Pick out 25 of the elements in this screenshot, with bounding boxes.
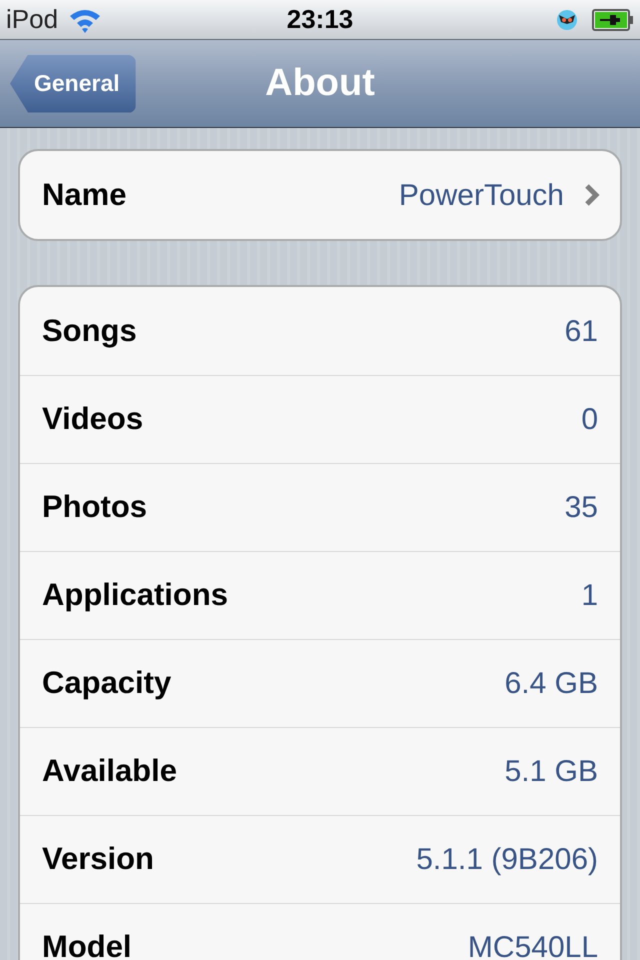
back-button[interactable]: General (10, 54, 136, 112)
clock: 23:13 (286, 3, 354, 36)
battery-icon (592, 8, 634, 30)
row-value: 0 (581, 402, 598, 438)
row-value: 1 (581, 578, 598, 614)
carrier-label: iPod (6, 3, 58, 36)
row-label: Version (42, 840, 154, 878)
row-value: 5.1.1 (9B206) (416, 842, 598, 878)
row-value: 61 (564, 314, 598, 350)
row-label: Photos (42, 488, 148, 526)
row-value: MC540LL (468, 930, 598, 960)
nav-title: About (265, 61, 375, 106)
row-label: Songs (42, 312, 137, 350)
row-label: Videos (42, 400, 144, 438)
row-value: 35 (564, 490, 598, 526)
row-value: PowerTouch (398, 178, 564, 214)
row-label: Model (42, 928, 132, 960)
row-label: Available (42, 752, 177, 790)
row-label: Name (42, 176, 126, 214)
owl-icon (556, 8, 578, 30)
row-value: 6.4 GB (504, 666, 598, 702)
chevron-icon (584, 183, 600, 207)
row-label: Applications (42, 576, 228, 614)
row-label: Capacity (42, 664, 172, 702)
row-value: 5.1 GB (504, 754, 598, 790)
